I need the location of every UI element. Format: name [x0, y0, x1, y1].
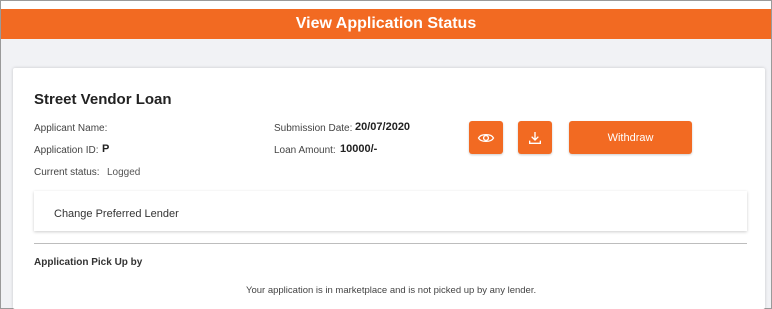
current-status-value: Logged: [107, 167, 141, 178]
loan-amount-value: 10000/-: [340, 143, 378, 155]
pickup-title: Application Pick Up by: [34, 257, 143, 268]
eye-icon: [477, 133, 495, 142]
page-title: View Application Status: [295, 15, 477, 32]
download-button[interactable]: [518, 121, 552, 154]
change-lender-link[interactable]: Change Preferred Lender: [54, 208, 179, 220]
submission-date-value: 20/07/2020: [355, 121, 411, 133]
section-divider: [34, 243, 747, 244]
withdraw-button[interactable]: Withdraw: [569, 121, 692, 154]
loan-title: Street Vendor Loan: [34, 91, 172, 108]
current-status-label: Current status:: [34, 167, 100, 178]
application-id-label: Application ID:: [34, 145, 99, 156]
pickup-message: Your application is in marketplace and i…: [246, 285, 537, 296]
page-header: View Application Status: [1, 9, 771, 39]
loan-amount-label: Loan Amount:: [274, 145, 336, 156]
download-icon: [529, 131, 541, 144]
submission-date-label: Submission Date:: [274, 123, 353, 134]
application-id-value: P: [102, 143, 110, 155]
applicant-name-label: Applicant Name:: [34, 123, 108, 134]
view-button[interactable]: [469, 121, 503, 154]
